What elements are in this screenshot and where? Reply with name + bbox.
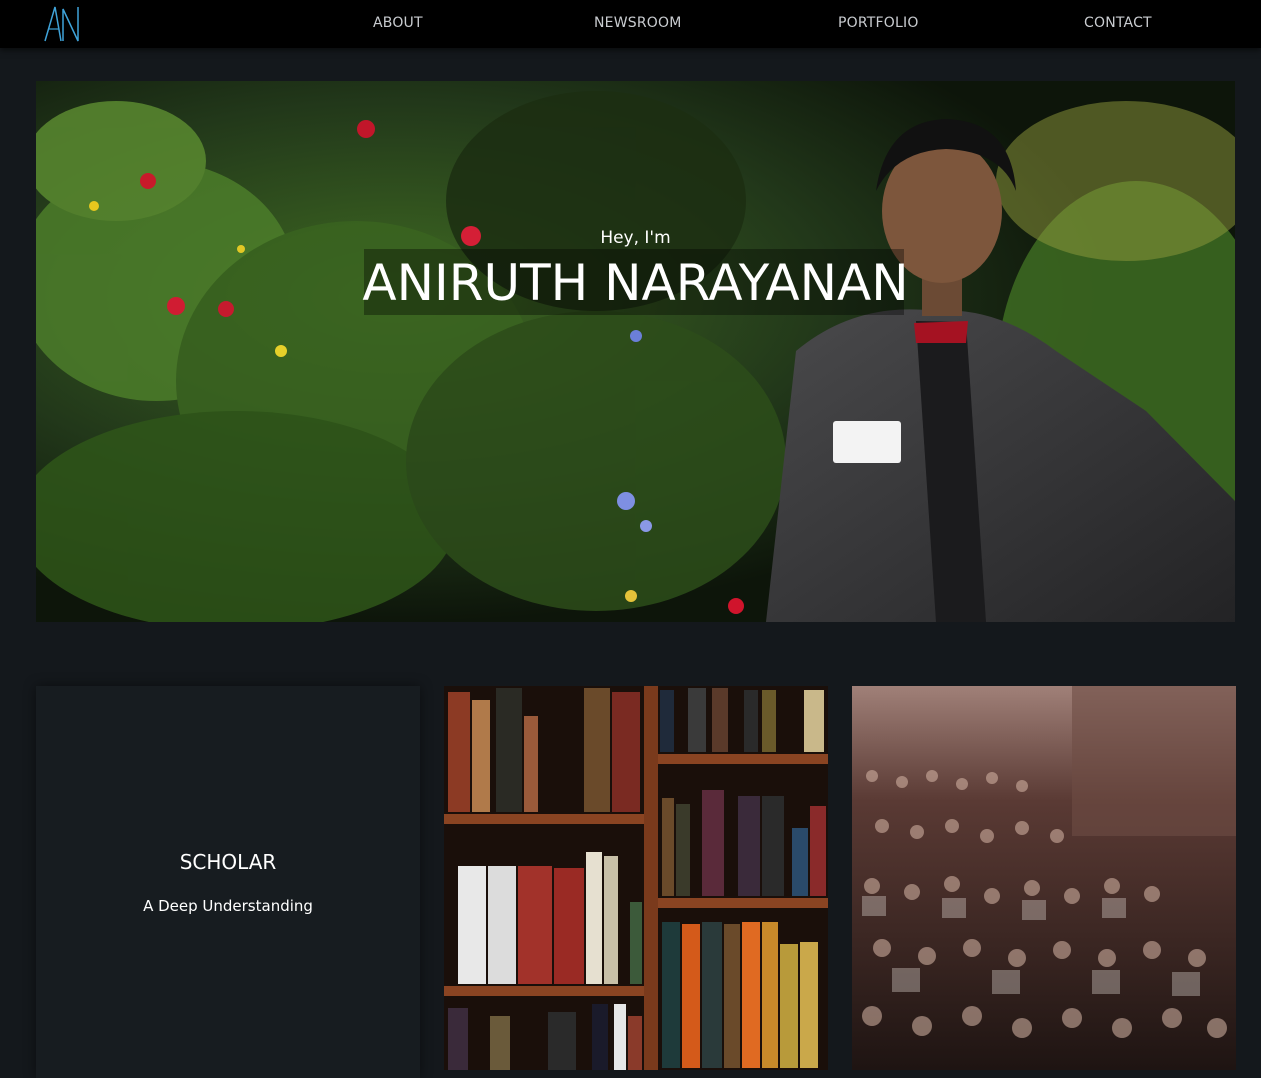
- hero-greeting: Hey, I'm: [600, 228, 671, 248]
- scholar-card[interactable]: SCHOLAR A Deep Understanding: [36, 686, 420, 1078]
- hero-name-heading: ANIRUTH NARAYANAN: [362, 254, 909, 312]
- nav-contact-link[interactable]: CONTACT: [1084, 15, 1152, 31]
- auditorium-crowd-image[interactable]: [852, 686, 1236, 1070]
- auditorium-photo: [852, 686, 1236, 1070]
- bookshelf-image[interactable]: [444, 686, 828, 1070]
- nav-portfolio-link[interactable]: PORTFOLIO: [838, 15, 919, 31]
- scholar-card-title: SCHOLAR: [179, 850, 277, 874]
- an-monogram-logo[interactable]: [42, 5, 82, 43]
- top-navigation-bar: ABOUT NEWSROOM PORTFOLIO CONTACT: [0, 0, 1261, 48]
- hero-photo: [36, 81, 1235, 622]
- bookshelf-photo: [444, 686, 828, 1070]
- nav-newsroom-link[interactable]: NEWSROOM: [594, 15, 682, 31]
- scholar-card-subtitle: A Deep Understanding: [143, 897, 313, 915]
- nav-about-link[interactable]: ABOUT: [373, 15, 423, 31]
- hero-banner: Hey, I'm ANIRUTH NARAYANAN: [36, 81, 1235, 622]
